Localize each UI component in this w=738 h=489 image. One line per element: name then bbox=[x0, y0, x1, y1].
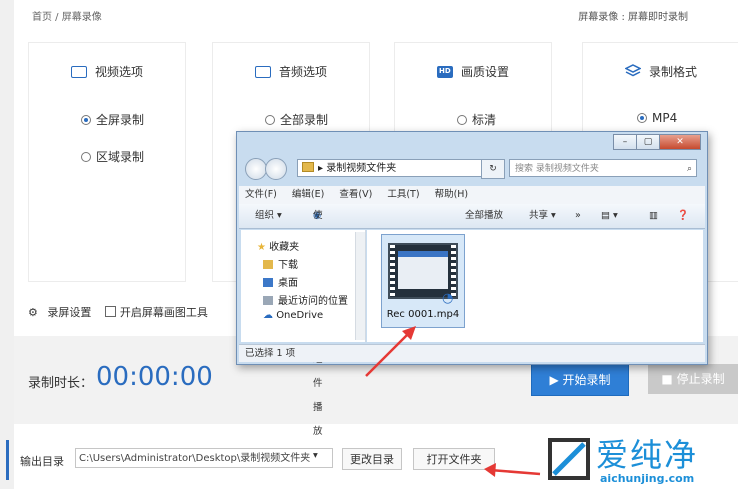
watermark-url: aichunjing.com bbox=[600, 472, 695, 485]
arrow-to-open-folder bbox=[489, 468, 541, 476]
watermark-text: 爱纯净 bbox=[596, 436, 699, 474]
arrow-head-open-folder bbox=[484, 463, 496, 477]
annotation-arrows bbox=[365, 326, 541, 477]
arrow-to-file bbox=[365, 329, 413, 377]
watermark-logo-icon bbox=[548, 438, 590, 480]
watermark: 爱纯净 aichunjing.com bbox=[540, 428, 738, 489]
